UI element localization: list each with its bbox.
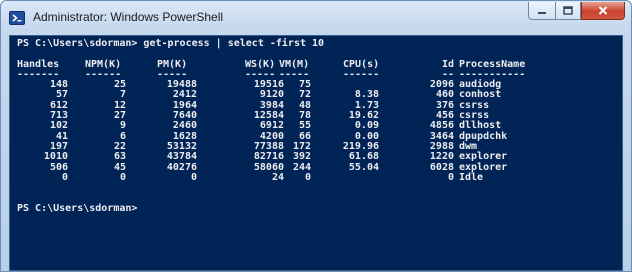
pm-cell: 40276: [166, 161, 197, 173]
process-name-cell: Idle: [459, 171, 484, 183]
prompt-line: PS C:\Users\sdorman>: [17, 202, 138, 214]
minimize-icon: [538, 11, 546, 14]
id-cell: 6028: [429, 161, 454, 173]
caption-buttons: [528, 2, 625, 21]
close-button[interactable]: [581, 2, 625, 20]
maximize-icon: [563, 6, 573, 15]
close-icon: [598, 6, 608, 15]
table-row: 0 0 0 24 0 0 Idle: [17, 171, 483, 183]
process-table: 148 25 19488 19516 75 2096 audiodg 57 7 2412 9120 7…: [17, 79, 507, 183]
minimize-button[interactable]: [528, 2, 555, 20]
maximize-button[interactable]: [555, 2, 581, 20]
vm-cell: 0: [304, 171, 311, 183]
window-title: Administrator: Windows PowerShell: [33, 10, 224, 24]
npm-cell: 0: [119, 171, 126, 183]
console-area[interactable]: PS C:\Users\sdorman> get-process | selec…: [9, 35, 623, 271]
id-cell: 0: [447, 171, 454, 183]
powershell-icon[interactable]: [9, 11, 25, 25]
command-line: PS C:\Users\sdorman> get-process | selec…: [17, 38, 325, 49]
console-output: PS C:\Users\sdorman> get-process | selec…: [17, 38, 525, 214]
title-bar[interactable]: Administrator: Windows PowerShell: [1, 1, 631, 34]
cpu-cell: 55.04: [348, 161, 379, 173]
powershell-window: Administrator: Windows PowerShell PS C:\…: [0, 0, 632, 272]
pm-cell: 0: [190, 171, 197, 183]
npm-cell: 45: [113, 161, 126, 173]
